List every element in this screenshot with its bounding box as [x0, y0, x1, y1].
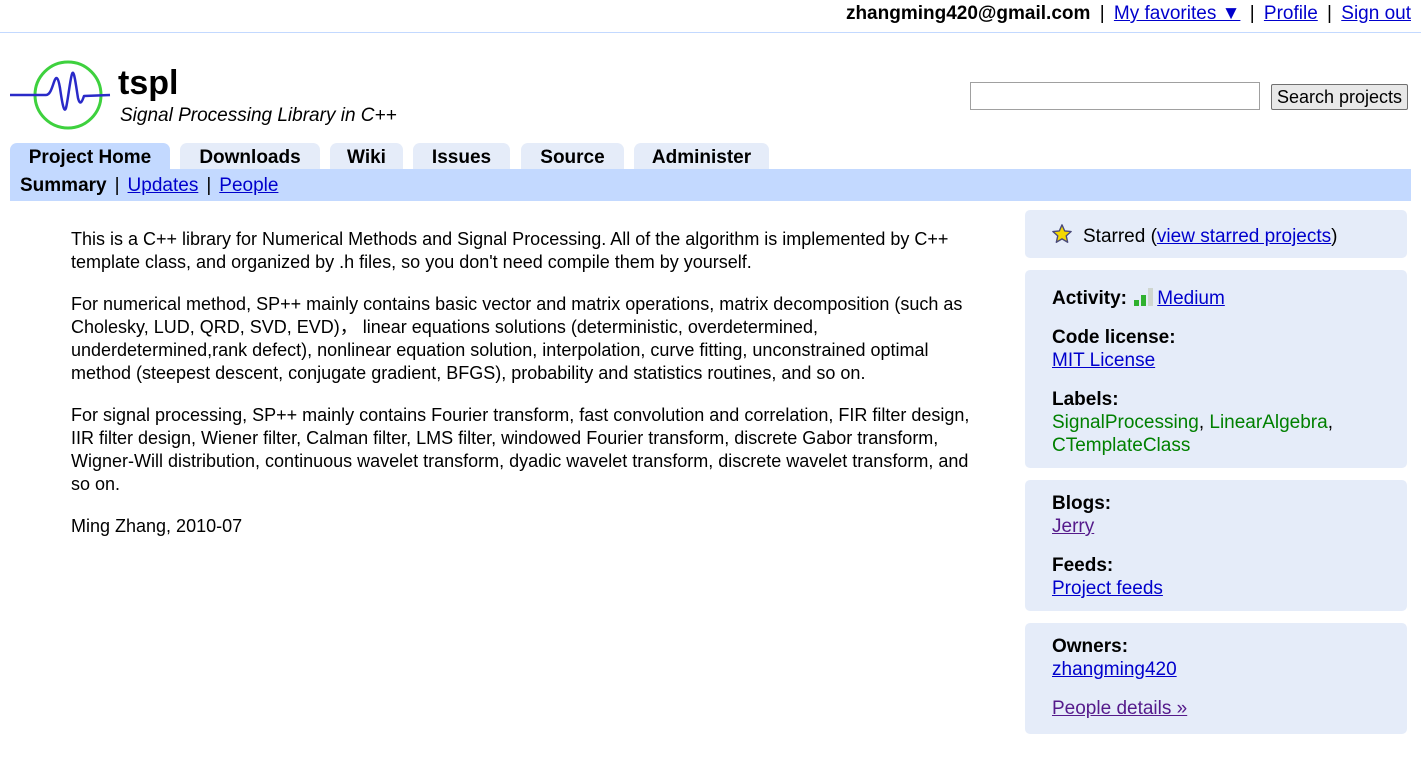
- project-summary: Signal Processing Library in C++: [120, 105, 397, 126]
- user-email: zhangming420@gmail.com: [845, 3, 1091, 24]
- owner-link[interactable]: zhangming420: [1052, 659, 1177, 680]
- blogs-feeds-box: Blogs: Jerry Feeds: Project feeds: [1025, 480, 1407, 611]
- code-license-label: Code license:: [1052, 327, 1176, 348]
- subnav-summary: Summary: [20, 175, 107, 196]
- starred-text: Starred (: [1083, 226, 1157, 247]
- subnav-updates-link[interactable]: Updates: [128, 175, 199, 196]
- people-details-link[interactable]: People details »: [1052, 698, 1187, 719]
- description-paragraph: For numerical method, SP++ mainly contai…: [71, 294, 963, 383]
- label-separator: ,: [1327, 412, 1333, 433]
- description-paragraph: For signal processing, SP++ mainly conta…: [71, 405, 970, 494]
- labels-label: Labels:: [1052, 389, 1119, 410]
- project-name[interactable]: tspl: [118, 64, 178, 103]
- tab-issues[interactable]: Issues: [413, 143, 510, 170]
- user-links: zhangming420@gmail.com | My favorites ▼ …: [846, 3, 1411, 25]
- starred-close: ): [1331, 226, 1338, 247]
- search-projects-button[interactable]: Search projects: [1271, 84, 1408, 110]
- user-bar: zhangming420@gmail.com | My favorites ▼ …: [0, 0, 1421, 33]
- tab-administer[interactable]: Administer: [634, 143, 769, 170]
- separator: |: [1249, 3, 1255, 24]
- tab-project-home[interactable]: Project Home: [10, 143, 170, 170]
- label-tag[interactable]: SignalProcessing: [1052, 412, 1199, 433]
- project-feeds-link[interactable]: Project feeds: [1052, 578, 1163, 599]
- labels-list: SignalProcessing, LinearAlgebra, CTempla…: [1052, 411, 1407, 457]
- tab-downloads[interactable]: Downloads: [180, 143, 320, 170]
- search-input[interactable]: [970, 82, 1260, 110]
- subnav-people-link[interactable]: People: [219, 175, 278, 196]
- separator: |: [206, 175, 212, 196]
- activity-label: Activity:: [1052, 288, 1127, 309]
- my-favorites-link[interactable]: My favorites ▼: [1114, 3, 1241, 24]
- tab-source[interactable]: Source: [521, 143, 624, 170]
- blogs-label: Blogs:: [1052, 493, 1112, 514]
- tab-wiki[interactable]: Wiki: [330, 143, 403, 170]
- project-description: This is a C++ library for Numerical Meth…: [71, 228, 991, 557]
- activity-bars-icon: [1134, 288, 1154, 306]
- project-meta-box: Activity: Medium Code license: MIT Licen…: [1025, 270, 1407, 468]
- sign-out-link[interactable]: Sign out: [1341, 3, 1411, 24]
- project-logo[interactable]: [8, 58, 112, 134]
- description-signature: Ming Zhang, 2010-07: [71, 516, 243, 536]
- mit-license-link[interactable]: MIT License: [1052, 350, 1155, 371]
- owners-box: Owners: zhangming420 People details »: [1025, 623, 1407, 734]
- star-box: Starred (view starred projects): [1025, 210, 1407, 258]
- activity-row: Activity: Medium: [1052, 287, 1407, 310]
- view-starred-projects-link[interactable]: view starred projects: [1157, 226, 1331, 247]
- profile-link[interactable]: Profile: [1264, 3, 1318, 24]
- description-paragraph: This is a C++ library for Numerical Meth…: [71, 229, 949, 272]
- owners-label: Owners:: [1052, 636, 1129, 657]
- separator: |: [1099, 3, 1105, 24]
- feeds-label: Feeds:: [1052, 555, 1114, 576]
- label-separator: ,: [1198, 412, 1205, 433]
- label-tag[interactable]: CTemplateClass: [1052, 435, 1190, 456]
- separator: |: [114, 175, 120, 196]
- star-icon[interactable]: [1051, 223, 1073, 245]
- blog-link-jerry[interactable]: Jerry: [1052, 516, 1094, 537]
- label-tag[interactable]: LinearAlgebra: [1209, 412, 1327, 433]
- separator: |: [1327, 3, 1332, 24]
- sub-navigation: Summary | Updates | People: [10, 169, 1411, 201]
- activity-value-link[interactable]: Medium: [1157, 288, 1225, 309]
